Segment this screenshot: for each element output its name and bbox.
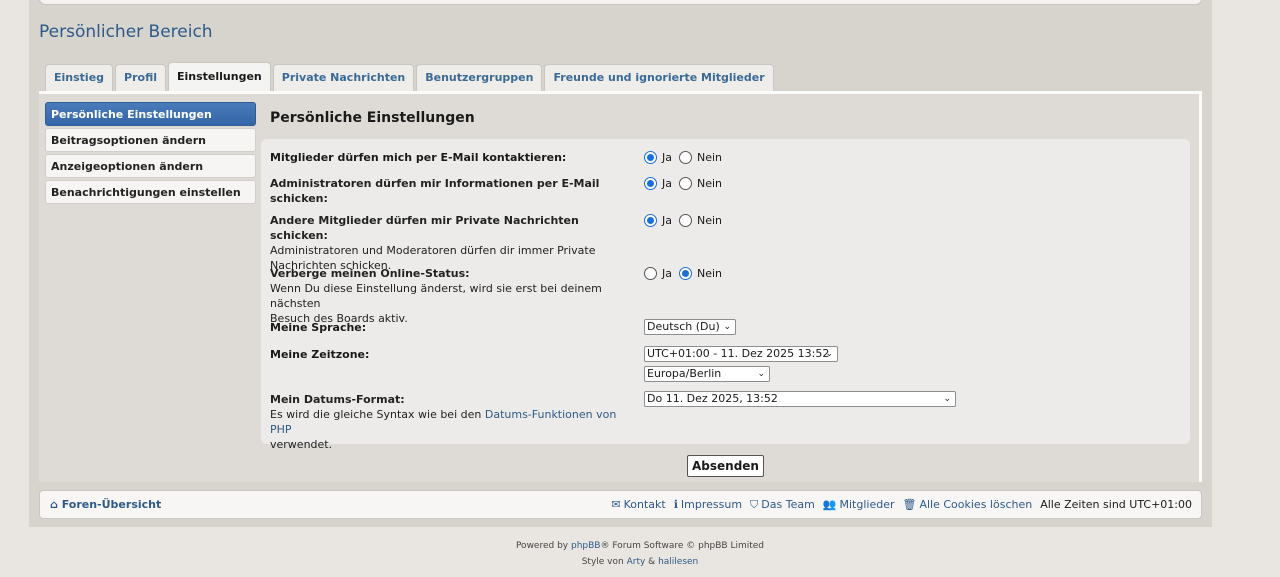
page-title: Persönlicher Bereich <box>39 22 213 42</box>
radio-admin-yes[interactable] <box>644 177 657 190</box>
sidebar-item-display-options[interactable]: Anzeigeoptionen ändern <box>45 154 256 178</box>
date-format-select[interactable]: Do 11. Dez 2025, 13:52 ⌄ <box>644 391 956 407</box>
option-label: Ja <box>662 267 672 280</box>
setting-label: Meine Sprache: <box>270 321 367 334</box>
settings-panel: Persönliche Einstellungen Beitragsoption… <box>39 91 1202 482</box>
users-icon: 👥 <box>822 498 837 511</box>
setting-label: Mitglieder dürfen mich per E-Mail kontak… <box>270 151 567 164</box>
sidebar-item-personal-settings[interactable]: Persönliche Einstellungen <box>45 102 256 126</box>
credits-text: & <box>645 557 659 567</box>
option-label: Ja <box>662 214 672 227</box>
credits-text: Powered by <box>515 541 571 551</box>
halilesen-link[interactable]: halilesen <box>658 557 698 567</box>
footer-nav: ⌂ Foren-Übersicht ✉ Kontakt ℹ Impressum ⛉ D… <box>39 490 1202 519</box>
language-select[interactable]: Deutsch (Du) ⌄ <box>644 319 736 335</box>
setting-label: Administratoren dürfen mir Informationen… <box>270 177 600 190</box>
sidebar-item-post-options[interactable]: Beitragsoptionen ändern <box>45 128 256 152</box>
option-label: Nein <box>697 267 723 280</box>
link-label: Kontakt <box>623 498 666 511</box>
setting-description-cont: verwendet. <box>270 438 333 451</box>
radio-online-yes[interactable] <box>644 267 657 280</box>
tab-profil[interactable]: Profil <box>115 64 166 91</box>
option-label: Ja <box>662 177 672 190</box>
tab-private-nachrichten[interactable]: Private Nachrichten <box>272 64 415 91</box>
timezone-note: Alle Zeiten sind UTC+01:00 <box>1040 498 1192 511</box>
select-value: Europa/Berlin <box>647 367 722 380</box>
radio-email-yes[interactable] <box>644 151 657 164</box>
tab-einstieg[interactable]: Einstieg <box>45 64 114 91</box>
sidebar: Persönliche Einstellungen Beitragsoption… <box>45 102 256 206</box>
setting-label: Meine Zeitzone: <box>270 348 370 361</box>
chevron-down-icon: ⌄ <box>943 394 951 404</box>
select-value: Do 11. Dez 2025, 13:52 <box>647 392 778 405</box>
delete-cookies-link[interactable]: 🗑 Alle Cookies löschen <box>903 498 1033 512</box>
radio-pm-yes[interactable] <box>644 214 657 227</box>
powered-by: Powered by phpBB® Forum Software © phpBB… <box>0 541 1280 551</box>
link-label: Alle Cookies löschen <box>919 498 1033 511</box>
credits-text: ® Forum Software © phpBB Limited <box>600 541 765 551</box>
setting-description: Administratoren und Moderatoren dürfen d… <box>270 244 596 257</box>
header-bar-bottom <box>39 0 1202 5</box>
team-link[interactable]: ⛉ Das Team <box>750 498 815 512</box>
submit-button[interactable]: Absenden <box>687 455 764 477</box>
page-wrapper: Persönlicher Bereich Einstieg Profil Ein… <box>29 0 1212 527</box>
contact-link[interactable]: ✉ Kontakt <box>611 498 665 512</box>
link-label: Mitglieder <box>839 498 895 511</box>
link-label: Das Team <box>761 498 815 511</box>
credits-text: Style von <box>581 557 627 567</box>
tab-freunde[interactable]: Freunde und ignorierte Mitglieder <box>544 64 774 91</box>
board-index-link[interactable]: ⌂ Foren-Übersicht <box>50 498 161 511</box>
radio-email-no[interactable] <box>679 151 692 164</box>
timezone-zone-select[interactable]: Europa/Berlin ⌄ <box>644 366 770 382</box>
ucp-tabs: Einstieg Profil Einstellungen Private Na… <box>45 62 774 91</box>
tab-einstellungen[interactable]: Einstellungen <box>168 62 271 91</box>
setting-label: Verberge meinen Online-Status: <box>270 267 470 280</box>
home-icon: ⌂ <box>50 498 62 511</box>
chevron-down-icon: ⌄ <box>825 349 833 359</box>
content-title: Persönliche Einstellungen <box>270 110 475 126</box>
link-label: Impressum <box>680 498 743 511</box>
radio-pm-no[interactable] <box>679 214 692 227</box>
board-index-label: Foren-Übersicht <box>61 498 162 511</box>
envelope-icon: ✉ <box>611 498 621 511</box>
setting-description: Wenn Du diese Einstellung änderst, wird … <box>270 282 602 310</box>
chevron-down-icon: ⌄ <box>723 322 731 332</box>
settings-form: Mitglieder dürfen mich per E-Mail kontak… <box>261 139 1190 451</box>
option-label: Ja <box>662 151 672 164</box>
setting-label: Mein Datums-Format: <box>270 393 405 406</box>
timezone-select[interactable]: UTC+01:00 - 11. Dez 2025 13:52 ⌄ <box>644 346 838 362</box>
footer-links: ✉ Kontakt ℹ Impressum ⛉ Das Team 👥 Mitgliede… <box>611 498 1192 512</box>
option-label: Nein <box>697 214 723 227</box>
chevron-down-icon: ⌄ <box>757 369 765 379</box>
option-label: Nein <box>697 177 723 190</box>
tab-benutzergruppen[interactable]: Benutzergruppen <box>416 64 543 91</box>
setting-label: Andere Mitglieder dürfen mir Private Nac… <box>270 214 579 242</box>
radio-admin-no[interactable] <box>679 177 692 190</box>
select-value: Deutsch (Du) <box>647 320 720 333</box>
radio-online-no[interactable] <box>679 267 692 280</box>
style-credits: Style von Arty & halilesen <box>0 557 1280 567</box>
members-link[interactable]: 👥 Mitglieder <box>823 498 895 512</box>
setting-description: Es wird die gleiche Syntax wie bei den <box>270 408 485 421</box>
select-value: UTC+01:00 - 11. Dez 2025 13:52 <box>647 347 830 360</box>
sidebar-item-notifications[interactable]: Benachrichtigungen einstellen <box>45 180 256 204</box>
setting-label-cont: schicken: <box>270 192 328 205</box>
imprint-link[interactable]: ℹ Impressum <box>674 498 742 512</box>
option-label: Nein <box>697 151 723 164</box>
phpbb-link[interactable]: phpBB <box>571 541 600 551</box>
shield-icon: ⛉ <box>750 498 759 511</box>
trash-icon: 🗑 <box>902 498 917 511</box>
info-icon: ℹ <box>673 498 678 511</box>
arty-link[interactable]: Arty <box>627 557 646 567</box>
